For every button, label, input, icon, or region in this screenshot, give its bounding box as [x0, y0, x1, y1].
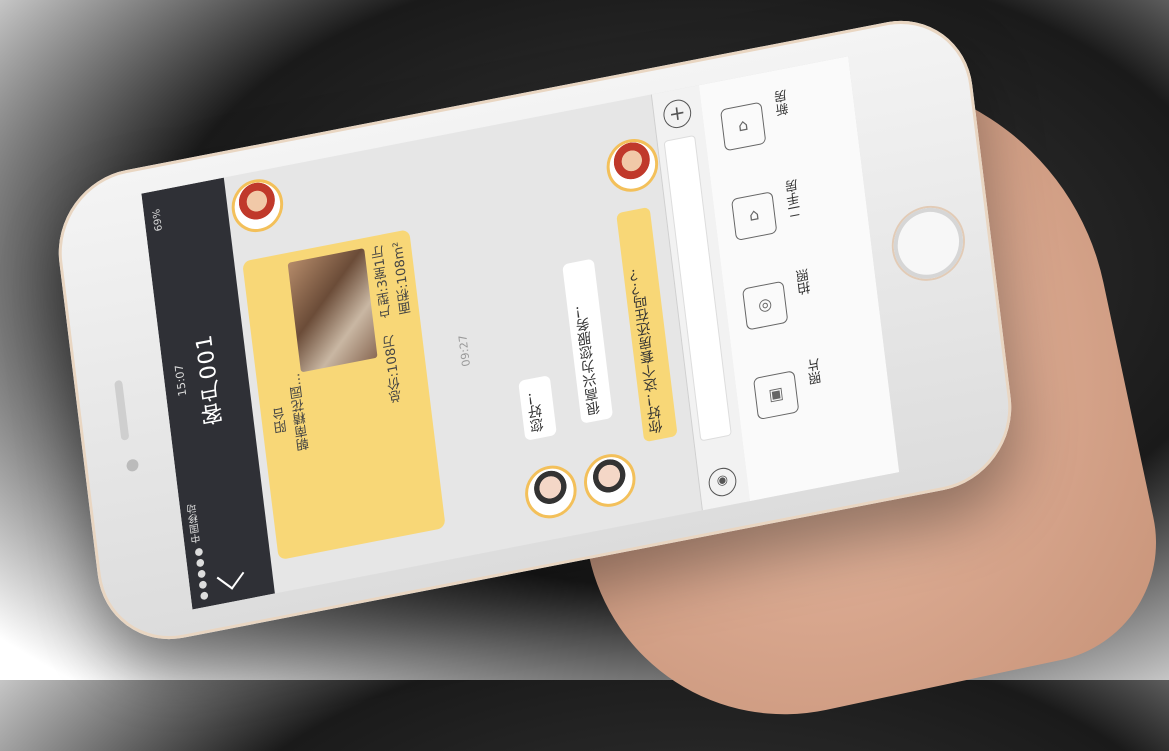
agent-avatar — [522, 461, 580, 523]
plus-icon[interactable]: + — [661, 97, 693, 131]
customer-avatar — [228, 174, 287, 237]
tool-photo[interactable]: ▣ 照片 — [752, 349, 869, 440]
battery-text: 69% — [151, 207, 165, 233]
property-photo — [287, 248, 378, 373]
tool-new-house[interactable]: ⌂ 新房 — [719, 81, 836, 172]
tool-label: 拍照 — [795, 267, 814, 296]
tool-camera[interactable]: ◎ 拍照 — [741, 260, 858, 351]
voice-icon[interactable]: ◉ — [707, 465, 738, 499]
carrier-text: ●●●●● 中国移动 — [187, 502, 211, 603]
customer-avatar — [603, 134, 662, 197]
property-price: 总价:108万 — [382, 333, 406, 405]
message-timestamp: 09:27 — [456, 333, 473, 368]
photo-icon: ▣ — [752, 370, 800, 421]
tool-label: 二手房 — [784, 177, 805, 220]
property-subtitle: 阳台 — [272, 405, 291, 435]
page-title: 客户001 — [192, 331, 228, 428]
tool-second-hand-house[interactable]: ⌂ 二手房 — [730, 170, 847, 261]
tool-label: 照片 — [806, 356, 825, 386]
header-bar: ●●●●● 中国移动 15:07 69% 客户001 — [141, 177, 275, 610]
agent-avatar — [581, 449, 639, 512]
property-card[interactable]: 阳台 朝南精花园... 总价:108万 户型:3室1厅 面积:108m² — [242, 229, 446, 561]
speaker — [114, 379, 130, 441]
message-bubble: 您好！ — [518, 375, 557, 441]
home-button[interactable] — [889, 201, 968, 285]
front-camera — [125, 458, 140, 473]
status-time: 15:07 — [172, 363, 190, 398]
new-house-icon: ⌂ — [720, 101, 767, 152]
camera-icon: ◎ — [742, 280, 789, 331]
chevron-left-icon[interactable] — [216, 561, 245, 590]
tool-label: 新房 — [774, 88, 792, 117]
message-bubble: 很高兴为您服务！ — [562, 258, 614, 424]
property-title: 朝南精花园... — [288, 372, 313, 452]
second-hand-house-icon: ⌂ — [731, 191, 778, 241]
